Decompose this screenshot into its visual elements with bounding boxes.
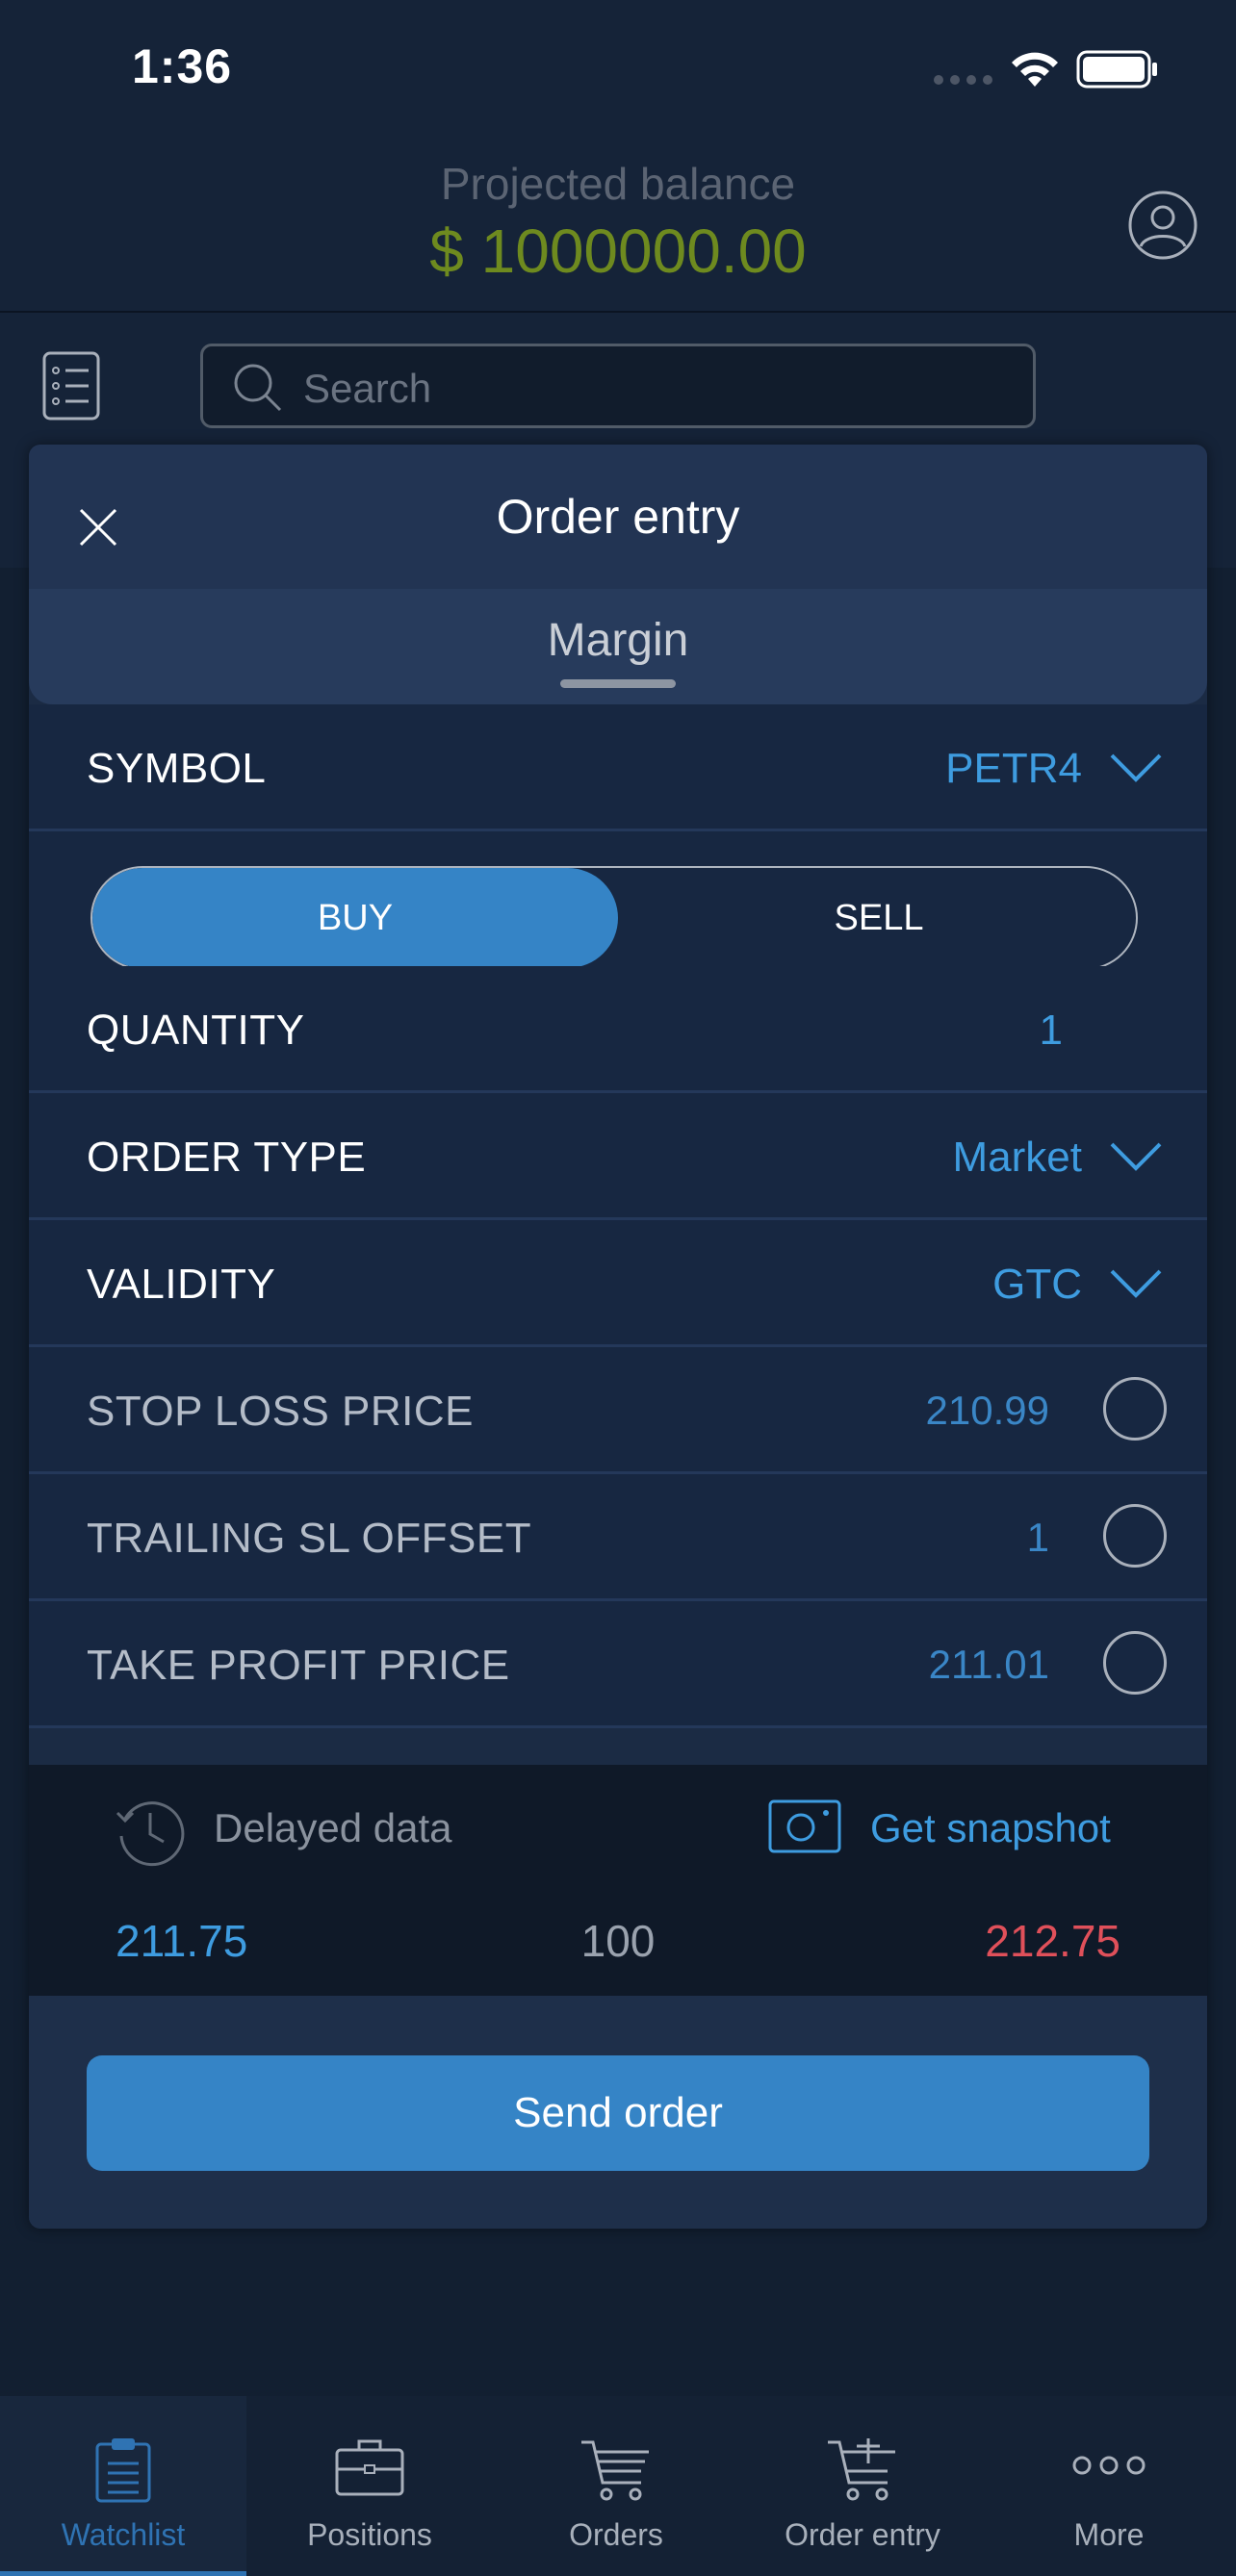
tab-more[interactable]: More bbox=[986, 2396, 1232, 2576]
tab-watchlist[interactable]: Watchlist bbox=[0, 2396, 246, 2576]
take-profit-row: TAKE PROFIT PRICE 211.01 bbox=[29, 1601, 1207, 1728]
profile-icon[interactable] bbox=[1126, 189, 1199, 262]
margin-tab[interactable]: Margin bbox=[29, 589, 1207, 704]
tab-label: Order entry bbox=[785, 2517, 940, 2552]
cart-icon bbox=[581, 2440, 649, 2501]
chevron-down-icon bbox=[1110, 1269, 1162, 1298]
cart-add-icon bbox=[828, 2438, 895, 2501]
order-type-label: ORDER TYPE bbox=[87, 1134, 367, 1181]
history-clock-icon bbox=[116, 1801, 185, 1867]
status-time: 1:36 bbox=[132, 39, 233, 93]
camera-icon[interactable] bbox=[768, 1798, 841, 1855]
tab-label: Positions bbox=[307, 2517, 432, 2552]
tab-orders[interactable]: Orders bbox=[493, 2396, 739, 2576]
stop-loss-radio[interactable] bbox=[1103, 1377, 1167, 1441]
market-data-panel: Delayed data Get snapshot 211.75 100 212… bbox=[29, 1765, 1207, 1996]
search-row: Search bbox=[0, 315, 1236, 464]
stop-loss-field[interactable]: 210.99 bbox=[926, 1388, 1049, 1434]
chevron-down-icon bbox=[1110, 753, 1162, 782]
wifi-icon bbox=[1012, 52, 1058, 87]
search-placeholder: Search bbox=[303, 366, 432, 411]
tab-label: Orders bbox=[569, 2517, 663, 2552]
briefcase-icon bbox=[335, 2439, 404, 2496]
order-type-value: Market bbox=[952, 1134, 1082, 1181]
take-profit-radio[interactable] bbox=[1103, 1631, 1167, 1695]
symbol-label: SYMBOL bbox=[87, 745, 267, 792]
validity-row[interactable]: VALIDITY GTC bbox=[29, 1220, 1207, 1347]
validity-value: GTC bbox=[992, 1261, 1082, 1308]
modal-title: Order entry bbox=[496, 490, 740, 544]
stop-loss-row: STOP LOSS PRICE 210.99 bbox=[29, 1347, 1207, 1474]
take-profit-field[interactable]: 211.01 bbox=[929, 1642, 1049, 1688]
ask-price: 212.75 bbox=[985, 1916, 1120, 1966]
send-area: Send order bbox=[29, 1996, 1207, 2229]
order-type-row[interactable]: ORDER TYPE Market bbox=[29, 1093, 1207, 1220]
symbol-row[interactable]: SYMBOL PETR4 bbox=[29, 704, 1207, 831]
trailing-sl-label: TRAILING SL OFFSET bbox=[87, 1515, 532, 1562]
projected-balance-label: Projected balance bbox=[440, 159, 796, 209]
modal-header: Order entry bbox=[29, 445, 1207, 589]
drag-handle[interactable] bbox=[560, 679, 676, 688]
search-icon bbox=[234, 364, 282, 412]
cellular-signal-icon bbox=[934, 75, 992, 85]
clipboard-icon bbox=[95, 2438, 151, 2503]
order-entry-modal: Order entry Margin SYMBOL PETR4 BUY SELL bbox=[29, 445, 1207, 2229]
quantity-row[interactable]: QUANTITY 1 bbox=[29, 966, 1207, 1093]
get-snapshot-button[interactable]: Get snapshot bbox=[870, 1805, 1111, 1851]
sell-button[interactable]: SELL bbox=[618, 868, 1136, 968]
send-order-button[interactable]: Send order bbox=[87, 2055, 1149, 2171]
tab-label: More bbox=[1073, 2517, 1145, 2552]
search-input[interactable]: Search bbox=[200, 344, 1036, 428]
app-screen: 1:36 Projected balance $ 1000000.00 Sear… bbox=[0, 0, 1236, 2576]
buy-sell-toggle: BUY SELL bbox=[90, 866, 1138, 970]
tab-positions[interactable]: Positions bbox=[246, 2396, 493, 2576]
symbol-value: PETR4 bbox=[945, 745, 1082, 792]
trailing-sl-radio[interactable] bbox=[1103, 1504, 1167, 1568]
quantity-label: QUANTITY bbox=[87, 1007, 305, 1054]
margin-tab-label: Margin bbox=[547, 615, 689, 666]
quantity-field[interactable]: 1 bbox=[1040, 1007, 1063, 1055]
projected-balance-value: $ 1000000.00 bbox=[429, 217, 807, 286]
battery-icon bbox=[1076, 50, 1157, 89]
tab-bar: Watchlist Positions Orders Order entry M… bbox=[0, 2396, 1236, 2576]
status-bar: 1:36 bbox=[0, 0, 1236, 135]
chevron-down-icon bbox=[1110, 1142, 1162, 1171]
trailing-sl-row: TRAILING SL OFFSET 1 bbox=[29, 1474, 1207, 1601]
delayed-data-label: Delayed data bbox=[214, 1805, 452, 1850]
buy-sell-row: BUY SELL bbox=[29, 831, 1207, 970]
buy-button[interactable]: BUY bbox=[92, 868, 618, 968]
trailing-sl-field[interactable]: 1 bbox=[1027, 1515, 1049, 1561]
take-profit-label: TAKE PROFIT PRICE bbox=[87, 1642, 510, 1689]
tab-label: Watchlist bbox=[61, 2517, 186, 2552]
more-dots-icon bbox=[1072, 2456, 1146, 2475]
stop-loss-label: STOP LOSS PRICE bbox=[87, 1388, 475, 1435]
tab-order-entry[interactable]: Order entry bbox=[739, 2396, 986, 2576]
app-header: Projected balance $ 1000000.00 bbox=[0, 135, 1236, 313]
list-icon[interactable] bbox=[42, 351, 100, 421]
validity-label: VALIDITY bbox=[87, 1261, 276, 1308]
